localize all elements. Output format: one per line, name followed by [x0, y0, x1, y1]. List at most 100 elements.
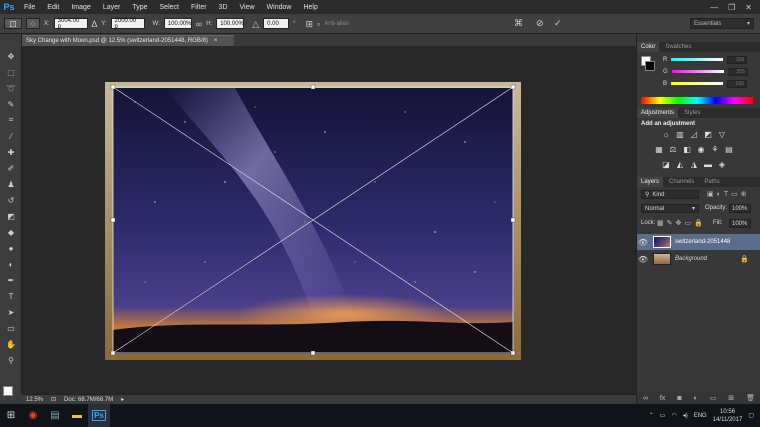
warp-icon[interactable]: ⊞: [306, 19, 314, 29]
eye-icon[interactable]: 👁: [637, 255, 649, 264]
menu-layer[interactable]: Layer: [97, 4, 127, 11]
wifi-icon[interactable]: ◠: [671, 412, 676, 419]
notifications-icon[interactable]: ▢: [748, 412, 754, 419]
export-icon[interactable]: ⊡: [51, 396, 56, 403]
file-explorer-icon[interactable]: ▬: [66, 404, 88, 427]
close-tab-icon[interactable]: ×: [214, 38, 218, 44]
tab-paths[interactable]: Paths: [700, 179, 723, 185]
workspace-select[interactable]: Essentials ▾: [690, 18, 754, 29]
menu-window[interactable]: Window: [261, 4, 298, 11]
transform-box[interactable]: [22, 46, 636, 394]
levels-icon[interactable]: ▥: [675, 131, 685, 139]
close-button[interactable]: ✕: [745, 3, 752, 12]
fill-field[interactable]: 100%: [729, 219, 751, 228]
angle-field[interactable]: 0.00: [263, 18, 290, 29]
menu-3d[interactable]: 3D: [213, 4, 234, 11]
paint-bucket-tool-icon[interactable]: ◆: [4, 226, 18, 238]
height-field[interactable]: 100.00%: [216, 18, 245, 29]
minimize-button[interactable]: —: [710, 3, 718, 12]
restore-button[interactable]: ❐: [728, 3, 735, 12]
gradient-map-icon[interactable]: ▬: [703, 161, 713, 169]
document-tab[interactable]: Sky Change with Moon.psd @ 12.5% (switze…: [22, 35, 234, 46]
opacity-field[interactable]: 100%: [729, 204, 751, 213]
red-value[interactable]: 255: [727, 55, 748, 64]
color-balance-icon[interactable]: ⚖: [668, 146, 678, 154]
red-slider[interactable]: [671, 58, 724, 61]
eyedropper-tool-icon[interactable]: ⁄: [4, 130, 18, 142]
blue-slider[interactable]: [671, 82, 724, 85]
type-tool-icon[interactable]: T: [4, 290, 18, 302]
tool-preset-picker[interactable]: ⊡: [4, 18, 22, 29]
tab-swatches[interactable]: Swatches: [661, 44, 695, 50]
selective-color-icon[interactable]: ◈: [717, 161, 727, 169]
delete-layer-icon[interactable]: 🗑: [746, 394, 755, 402]
menu-filter[interactable]: Filter: [185, 4, 213, 11]
threshold-icon[interactable]: ◮: [689, 161, 699, 169]
menu-type[interactable]: Type: [126, 4, 153, 11]
quick-select-tool-icon[interactable]: ✎: [4, 98, 18, 110]
lock-icons[interactable]: ▦✎✥▭🔒: [657, 219, 706, 227]
healing-brush-tool-icon[interactable]: ✚: [4, 146, 18, 158]
green-value[interactable]: 255: [727, 67, 748, 76]
vibrance-icon[interactable]: ▽: [717, 131, 727, 139]
tab-adjustments[interactable]: Adjustments: [637, 108, 679, 118]
zoom-tool-icon[interactable]: ⚲: [4, 354, 18, 366]
pen-tool-icon[interactable]: ✒: [4, 274, 18, 286]
eraser-tool-icon[interactable]: ◩: [4, 210, 18, 222]
menu-image[interactable]: Image: [65, 4, 96, 11]
x-field[interactable]: 3004.00 p: [53, 18, 88, 30]
layer-filter-select[interactable]: ⚲ Kind: [641, 190, 699, 199]
new-group-icon[interactable]: ▭: [710, 394, 717, 402]
dodge-tool-icon[interactable]: ◐: [4, 258, 18, 270]
menu-file[interactable]: File: [18, 4, 41, 11]
layer-filter-icons[interactable]: ▣◐T▭⊕: [707, 190, 750, 198]
shape-tool-icon[interactable]: ▭: [4, 322, 18, 334]
language-indicator[interactable]: ENG: [694, 413, 707, 419]
path-select-tool-icon[interactable]: ➤: [4, 306, 18, 318]
windows-start-icon[interactable]: ⊞: [0, 404, 22, 427]
new-layer-icon[interactable]: ⊞: [728, 394, 734, 402]
reference-point-button[interactable]: ⁘: [26, 18, 40, 29]
photoshop-taskbar-icon[interactable]: Ps: [88, 404, 110, 427]
layer-style-icon[interactable]: fx: [660, 395, 665, 402]
marquee-tool-icon[interactable]: ⬚: [4, 66, 18, 78]
brush-tool-icon[interactable]: ✐: [4, 162, 18, 174]
photo-filter-icon[interactable]: ◉: [696, 146, 706, 154]
chevron-up-icon[interactable]: ⌃: [649, 412, 654, 419]
invert-icon[interactable]: ◪: [661, 161, 671, 169]
color-panel-background[interactable]: [645, 61, 655, 71]
tab-channels[interactable]: Channels: [665, 179, 698, 185]
lasso-tool-icon[interactable]: ➰: [4, 82, 18, 94]
cancel-transform-icon[interactable]: ⊘: [536, 18, 544, 28]
network-icon[interactable]: ▭: [660, 412, 666, 419]
bw-icon[interactable]: ◧: [682, 146, 692, 154]
blend-mode-select[interactable]: Normal ▾: [641, 204, 699, 213]
layer-row-switzerland[interactable]: 👁 switzerland-2051448: [637, 234, 760, 250]
color-spectrum[interactable]: [641, 97, 753, 104]
zoom-level[interactable]: 12.5%: [26, 397, 43, 403]
menu-edit[interactable]: Edit: [41, 4, 65, 11]
menu-select[interactable]: Select: [154, 4, 185, 11]
move-tool-icon[interactable]: ✥: [4, 50, 18, 62]
menu-view[interactable]: View: [234, 4, 261, 11]
notepad-icon[interactable]: ▤: [44, 404, 66, 427]
foreground-color-swatch[interactable]: [3, 386, 13, 396]
y-field[interactable]: 2000.00 p: [110, 18, 145, 30]
hue-icon[interactable]: ▦: [654, 146, 664, 154]
add-mask-icon[interactable]: ◙: [677, 395, 681, 402]
channel-mixer-icon[interactable]: ⚘: [710, 146, 720, 154]
new-adjustment-icon[interactable]: ◐: [694, 395, 698, 402]
status-arrow-icon[interactable]: ▸: [121, 396, 124, 403]
hand-tool-icon[interactable]: ✋: [4, 338, 18, 350]
clock[interactable]: 10:56 14/11/2017: [713, 408, 743, 424]
green-slider[interactable]: [671, 70, 724, 73]
link-icon[interactable]: ∞: [196, 19, 202, 29]
tab-color[interactable]: Color: [637, 42, 660, 52]
posterize-icon[interactable]: ◭: [675, 161, 685, 169]
brightness-icon[interactable]: ☼: [661, 131, 671, 139]
width-field[interactable]: 100.00%: [163, 18, 192, 29]
eye-icon[interactable]: 👁: [637, 238, 649, 247]
layer-row-background[interactable]: 👁 Background 🔒: [637, 251, 760, 267]
blur-tool-icon[interactable]: ●: [4, 242, 18, 254]
color-lookup-icon[interactable]: ▤: [724, 146, 734, 154]
